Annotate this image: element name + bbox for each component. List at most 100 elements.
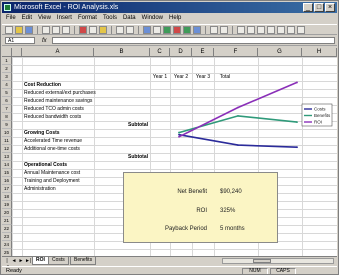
row-header[interactable]: 19	[2, 201, 12, 209]
previous-sheet-icon[interactable]: ◄	[11, 258, 17, 264]
save-icon[interactable]	[25, 25, 33, 34]
data-point[interactable]	[296, 121, 298, 124]
menu-format[interactable]: Format	[78, 13, 97, 23]
column-header[interactable]: B	[94, 48, 150, 57]
drawing-icon[interactable]	[193, 25, 201, 34]
data-point[interactable]	[296, 81, 298, 84]
line-item[interactable]: Annual Maintenance cost	[24, 169, 80, 177]
merge-icon[interactable]	[297, 25, 305, 34]
chart-wizard-icon[interactable]	[183, 25, 191, 34]
column-header[interactable]: A	[22, 48, 94, 57]
line-item[interactable]: Reduced external/ext purchases	[24, 89, 96, 97]
last-sheet-icon[interactable]: ►|	[25, 258, 31, 264]
row-header[interactable]: 22	[2, 225, 12, 233]
align-left-icon[interactable]	[267, 25, 275, 34]
sheet-tab-costs[interactable]: Costs	[48, 257, 69, 265]
horizontal-scrollbar[interactable]	[222, 258, 334, 264]
minimize-button[interactable]: _	[303, 3, 313, 12]
align-right-icon[interactable]	[287, 25, 295, 34]
row-header[interactable]: 2	[2, 65, 12, 73]
copy-icon[interactable]	[89, 25, 97, 34]
close-button[interactable]: ×	[325, 3, 335, 12]
undo-icon[interactable]	[116, 25, 124, 34]
column-header[interactable]: E	[192, 48, 214, 57]
row-header[interactable]: 13	[2, 153, 12, 161]
row-header[interactable]: 7	[2, 105, 12, 113]
sheet-tab-roi[interactable]: ROI	[32, 257, 49, 265]
new-icon[interactable]	[5, 25, 13, 34]
line-item[interactable]: Additional one-time costs	[24, 145, 80, 153]
data-point[interactable]	[178, 131, 180, 134]
line-item[interactable]: Reduced bandwidth costs	[24, 113, 81, 121]
column-header[interactable]: D	[170, 48, 192, 57]
sheet-tab-benefits[interactable]: Benefits	[70, 257, 97, 265]
section-title-cost-reduction[interactable]: Cost Reduction	[24, 81, 61, 89]
row-header[interactable]: 5	[2, 89, 12, 97]
column-header[interactable]	[12, 48, 22, 57]
menu-view[interactable]: View	[38, 13, 51, 23]
worksheet-grid[interactable]: A B C D E F G H 1 2 3 4 5 6 7 8 9 10 11 …	[2, 48, 337, 256]
function-icon[interactable]: fx	[42, 36, 47, 46]
row-header[interactable]: 9	[2, 121, 12, 129]
spelling-icon[interactable]	[62, 25, 70, 34]
column-header[interactable]: C	[150, 48, 170, 57]
underline-icon[interactable]	[257, 25, 265, 34]
help-icon[interactable]	[220, 25, 228, 34]
row-header[interactable]: 1	[2, 57, 12, 65]
section-title-operational-costs[interactable]: Operational Costs	[24, 161, 67, 169]
subtotal-label[interactable]: Subtotal	[94, 121, 148, 129]
row-header[interactable]: 10	[2, 129, 12, 137]
row-header[interactable]: 4	[2, 81, 12, 89]
row-header[interactable]: 8	[2, 113, 12, 121]
row-header[interactable]: 21	[2, 217, 12, 225]
row-header[interactable]: 6	[2, 97, 12, 105]
next-sheet-icon[interactable]: ►	[18, 258, 24, 264]
row-header[interactable]: 11	[2, 137, 12, 145]
row-header[interactable]: 25	[2, 249, 12, 256]
section-title-growing-costs[interactable]: Growing Costs	[24, 129, 60, 137]
line-item[interactable]: Reduced maintenance savings	[24, 97, 92, 105]
line-item[interactable]: Reduced TCO admin costs	[24, 105, 84, 113]
row-header[interactable]: 3	[2, 73, 12, 81]
series-line-roi[interactable]	[178, 81, 298, 138]
bold-icon[interactable]	[237, 25, 245, 34]
cut-icon[interactable]	[79, 25, 87, 34]
select-all-corner[interactable]	[2, 48, 12, 57]
row-header[interactable]: 23	[2, 233, 12, 241]
row-header[interactable]: 24	[2, 241, 12, 249]
data-point[interactable]	[296, 146, 298, 149]
name-box[interactable]: A1	[5, 37, 35, 44]
menu-data[interactable]: Data	[123, 13, 136, 23]
menu-edit[interactable]: Edit	[22, 13, 32, 23]
row-header[interactable]: 18	[2, 193, 12, 201]
print-icon[interactable]	[42, 25, 50, 34]
formula-input[interactable]	[52, 37, 335, 44]
paste-icon[interactable]	[99, 25, 107, 34]
zoom-icon[interactable]	[210, 25, 218, 34]
row-header[interactable]: 12	[2, 145, 12, 153]
roi-line-chart[interactable]: CostsBenefits ROI	[163, 68, 333, 170]
menu-tools[interactable]: Tools	[103, 13, 117, 23]
row-header[interactable]: 17	[2, 185, 12, 193]
series-line-benefits[interactable]	[178, 115, 298, 134]
menu-file[interactable]: File	[6, 13, 16, 23]
italic-icon[interactable]	[247, 25, 255, 34]
function-icon[interactable]	[153, 25, 161, 34]
menu-insert[interactable]: Insert	[57, 13, 72, 23]
row-header[interactable]: 20	[2, 209, 12, 217]
column-header[interactable]: G	[258, 48, 302, 57]
print-preview-icon[interactable]	[52, 25, 60, 34]
maximize-button[interactable]: □	[314, 3, 324, 12]
scrollbar-thumb[interactable]	[253, 259, 271, 263]
data-point[interactable]	[178, 133, 180, 136]
column-header[interactable]: F	[214, 48, 258, 57]
data-point[interactable]	[237, 144, 239, 147]
sort-descending-icon[interactable]	[173, 25, 181, 34]
data-point[interactable]	[237, 106, 239, 109]
row-header[interactable]: 16	[2, 177, 12, 185]
open-icon[interactable]	[15, 25, 23, 34]
data-point[interactable]	[237, 114, 239, 117]
subtotal-label[interactable]: Subtotal	[94, 153, 148, 161]
data-point[interactable]	[178, 135, 180, 138]
line-item[interactable]: Accelerated Time revenue	[24, 137, 82, 145]
